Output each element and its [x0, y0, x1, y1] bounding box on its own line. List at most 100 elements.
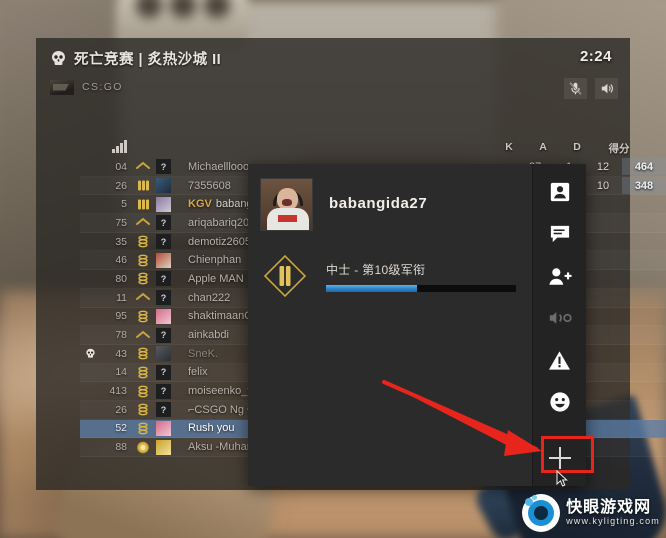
player-name: babangida27	[329, 195, 428, 212]
player-rank-icon	[130, 366, 156, 379]
player-score	[622, 289, 666, 306]
add-friend-button[interactable]	[541, 262, 579, 290]
player-score	[622, 196, 666, 213]
player-score	[622, 420, 666, 437]
player-avatar	[156, 178, 180, 194]
watermark-text: 快眼游戏网 www.kyligting.com	[566, 500, 660, 526]
player-avatar: ?	[156, 402, 180, 418]
player-rank-icon	[130, 235, 156, 248]
player-rank-icon	[130, 291, 156, 304]
popup-main-area: babangida27 中士 - 第10级军衔	[248, 164, 532, 486]
game-row: CS:GO	[50, 78, 618, 96]
background-arch-hole	[204, 0, 230, 18]
microphone-muted-icon[interactable]	[564, 78, 587, 99]
player-rank-icon	[130, 272, 156, 285]
player-score: 464	[622, 158, 666, 176]
rank-progress-fill	[326, 284, 418, 292]
player-clan-tag: KGV	[188, 198, 212, 211]
player-popup-card: babangida27 中士 - 第10级军衔	[248, 164, 586, 486]
player-avatar	[156, 252, 180, 268]
view-profile-button[interactable]	[541, 178, 579, 206]
scoreboard-header: 死亡竞赛 | 炙热沙城 II CS:GO 2:24	[36, 38, 630, 104]
player-rank-icon	[130, 329, 156, 342]
player-rank-icon	[130, 160, 156, 173]
send-message-button[interactable]	[541, 220, 579, 248]
player-ping: 75	[115, 216, 127, 229]
report-icon	[548, 350, 571, 371]
rank-label: 中士 - 第10级军衔	[326, 262, 426, 277]
round-timer: 2:24	[579, 48, 612, 65]
rank-info: 中士 - 第10级军衔	[326, 261, 532, 292]
rank-progress-bar	[326, 284, 516, 292]
background-arch-hole	[170, 0, 196, 18]
player-score	[622, 308, 666, 325]
player-ping: 413	[109, 385, 127, 398]
player-avatar	[156, 308, 180, 324]
player-score	[622, 327, 666, 344]
player-ping: 11	[116, 291, 127, 304]
emoji-button[interactable]	[541, 388, 579, 416]
mouse-cursor	[556, 470, 568, 487]
background-arch-hole	[136, 0, 162, 18]
player-rank-icon	[130, 254, 156, 267]
player-ping: 04	[115, 160, 127, 173]
player-rank-icon	[130, 198, 156, 211]
player-avatar	[156, 439, 180, 455]
player-rank-icon	[130, 179, 156, 192]
player-ping: 80	[115, 272, 127, 285]
mute-player-button[interactable]	[541, 304, 579, 332]
player-avatar: ?	[156, 290, 180, 306]
site-watermark: 快眼游戏网 www.kyligting.com	[522, 494, 660, 532]
player-rank-icon	[130, 347, 156, 360]
popup-action-toolbar	[532, 164, 586, 486]
watermark-logo-icon	[522, 494, 561, 532]
player-score	[622, 364, 666, 381]
profile-icon	[549, 181, 571, 203]
csgo-logo-icon	[50, 79, 74, 95]
player-ping: 43	[115, 347, 127, 360]
player-deaths: 10	[596, 179, 610, 192]
watermark-site-name: 快眼游戏网	[566, 499, 652, 516]
column-header-assists: A	[539, 141, 547, 153]
player-score	[622, 439, 666, 456]
player-score	[622, 383, 666, 400]
player-ping: 95	[115, 310, 127, 323]
player-rank-icon	[130, 441, 156, 454]
player-rank-icon	[130, 422, 156, 435]
player-score	[622, 252, 666, 269]
player-rank-row: 中士 - 第10级军衔	[260, 251, 532, 301]
player-avatar	[156, 196, 180, 212]
player-avatar: ?	[156, 327, 180, 343]
skull-icon	[50, 50, 67, 67]
player-avatar	[156, 420, 180, 436]
game-label: CS:GO	[82, 81, 123, 93]
mute-voice-icon	[548, 308, 572, 328]
emoji-icon	[549, 391, 571, 413]
report-player-button[interactable]	[541, 346, 579, 374]
player-avatar: ?	[156, 364, 180, 380]
player-avatar	[156, 346, 180, 362]
player-ping: 35	[115, 235, 127, 248]
player-rank-icon	[130, 385, 156, 398]
player-score	[622, 401, 666, 418]
column-header-kills: K	[505, 141, 513, 153]
watermark-url: www.kyligting.com	[566, 516, 660, 526]
player-rank-icon	[130, 310, 156, 323]
speaker-icon[interactable]	[595, 78, 618, 99]
player-ping: 88	[115, 441, 127, 454]
player-identity-row: babangida27	[260, 178, 532, 231]
player-deaths: 12	[596, 160, 610, 173]
player-score	[622, 270, 666, 287]
player-avatar: ?	[156, 383, 180, 399]
player-avatar: ?	[156, 271, 180, 287]
player-score	[622, 233, 666, 250]
player-rank-icon	[130, 216, 156, 229]
player-score	[622, 214, 666, 231]
add-friend-icon	[548, 266, 572, 287]
chat-icon	[549, 224, 571, 244]
player-avatar-image	[260, 178, 313, 231]
player-score: 348	[622, 177, 666, 195]
match-title: 死亡竞赛 | 炙热沙城 II	[74, 51, 222, 68]
column-header-score: 得分	[608, 143, 630, 155]
player-score	[622, 345, 666, 362]
